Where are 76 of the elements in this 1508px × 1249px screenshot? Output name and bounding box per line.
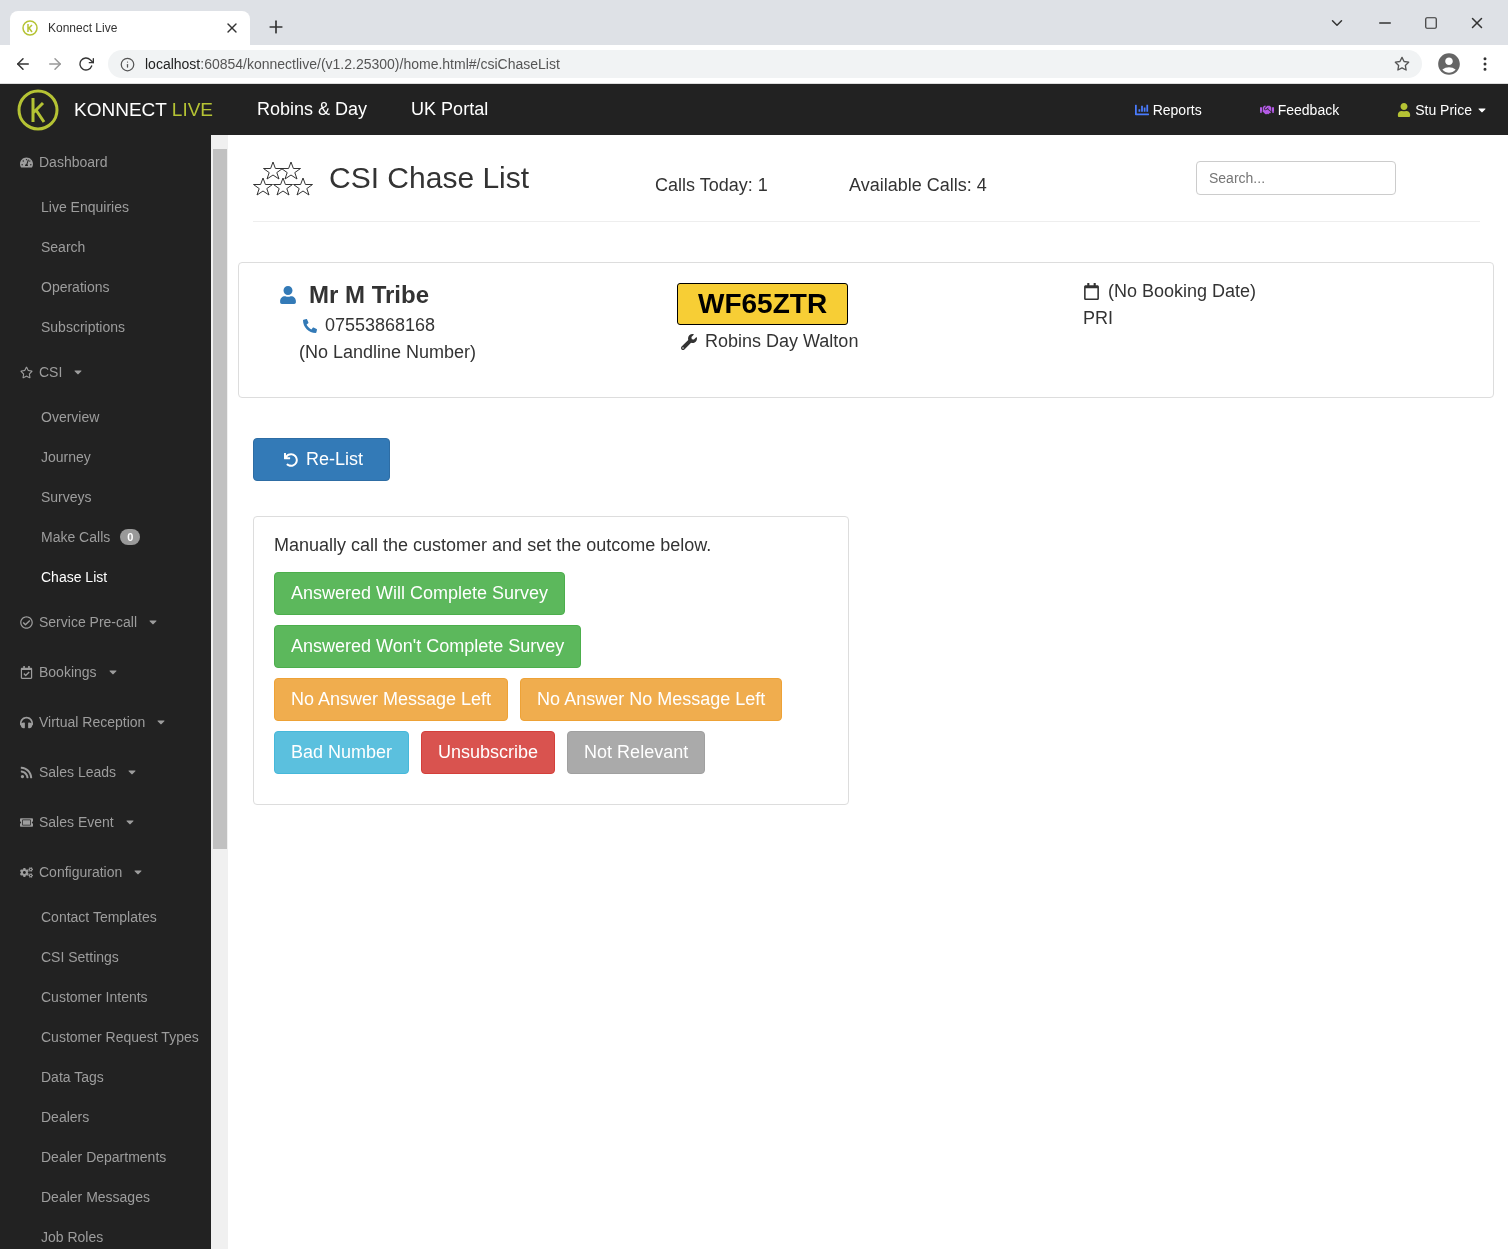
nav-link[interactable]: Robins & Day [257,99,368,120]
dealer-text: Robins Day Walton [705,331,859,352]
sidebar-item[interactable]: Contact Templates [0,897,211,937]
sidebar-item[interactable]: Job Roles [0,1217,211,1249]
sidebar-item[interactable]: Chase List [0,557,211,597]
back-icon[interactable] [14,55,32,73]
sidebar-item[interactable]: Dealers [0,1097,211,1137]
sidebar-item[interactable]: Dealer Messages [0,1177,211,1217]
nav-link[interactable]: UK Portal [411,99,489,120]
address-field[interactable]: localhost:60854/konnectlive/(v1.2.25300)/home.html#/csiChaseList [108,50,1422,78]
calendar-icon [20,665,33,679]
sidebar-item[interactable]: Sales Event [0,797,211,847]
sidebar-item[interactable]: Subscriptions [0,307,211,347]
sidebar-item[interactable]: Journey [0,437,211,477]
sidebar-item[interactable]: CSI [0,347,211,397]
bookmark-star-icon[interactable] [1394,56,1410,72]
scrollbar[interactable] [211,135,228,1249]
sidebar-item[interactable]: CSI Settings [0,937,211,977]
profile-icon[interactable] [1436,51,1462,77]
code-text: PRI [1083,308,1114,329]
stars-icon [253,160,315,196]
brand-text[interactable]: KONNECT LIVE [74,98,214,121]
info-icon [120,56,135,72]
cogs-icon [20,865,33,879]
calls-today-text: Calls Today: 1 [655,174,769,196]
instruction-text: Manually call the customer and set the outcome below. [274,535,713,556]
sidebar-item[interactable]: Surveys [0,477,211,517]
sidebar-item[interactable]: Operations [0,267,211,307]
url-text: localhost:60854/konnectlive/(v1.2.25300)/home.html#/csiChaseList [145,56,560,72]
count-badge: 0 [120,529,141,545]
sidebar-item[interactable]: Overview [0,397,211,437]
rss-icon [20,765,33,779]
nav-link[interactable]: Feedback [1259,101,1340,118]
nav-link[interactable]: Reports [1134,101,1202,118]
star-icon [20,365,33,379]
sidebar-item[interactable]: Live Enquiries [0,187,211,227]
maximize-icon[interactable] [1424,15,1438,30]
landline-text: (No Landline Number) [298,342,478,363]
wrench-icon [681,333,697,350]
tab-title: Konnect Live [48,21,118,35]
sidebar-item[interactable]: Data Tags [0,1057,211,1097]
forward-icon[interactable] [46,55,64,73]
user-icon [1397,102,1412,117]
user-icon [279,286,297,304]
browser-tab[interactable]: Konnect Live [10,11,250,45]
search-field[interactable]: Search... [1196,161,1396,195]
sidebar-item[interactable]: Customer Request Types [0,1017,211,1057]
relist-button[interactable]: Re-List [253,438,390,481]
ticket-icon [20,815,33,829]
calendar-icon [1083,283,1100,300]
customer-name: Mr M Tribe [309,281,429,309]
sidebar-item[interactable]: Dealer Departments [0,1137,211,1177]
phone-icon [303,318,317,333]
chart-icon [1134,102,1149,117]
sidebar-item[interactable]: Search [0,227,211,267]
logo-icon [22,20,38,36]
sidebar-item[interactable]: Sales Leads [0,747,211,797]
sidebar-item[interactable]: Dashboard [0,137,211,187]
dashboard-icon [20,155,33,169]
page-title: CSI Chase List [329,161,531,195]
booking-date-text: (No Booking Date) [1108,281,1257,302]
sidebar-item[interactable]: Make Calls 0 [0,517,211,557]
nav-link[interactable]: Stu Price [1397,101,1488,118]
reload-icon[interactable] [78,56,94,72]
logo-icon [16,87,60,132]
sidebar-item[interactable]: Customer Intents [0,977,211,1017]
outcome-button[interactable]: Unsubscribe [421,731,556,774]
mobile-number: 07553868168 [325,315,436,336]
sidebar-item[interactable]: Bookings [0,647,211,697]
undo-icon [284,452,298,467]
sidebar-item[interactable]: Virtual Reception [0,697,211,747]
headphones-icon [20,715,33,729]
available-calls-text: Available Calls: 4 [849,174,988,196]
sidebar-item[interactable]: Service Pre-call [0,597,211,647]
sidebar-item[interactable]: Configuration [0,847,211,897]
registration-plate: WF65ZTR [677,283,849,325]
